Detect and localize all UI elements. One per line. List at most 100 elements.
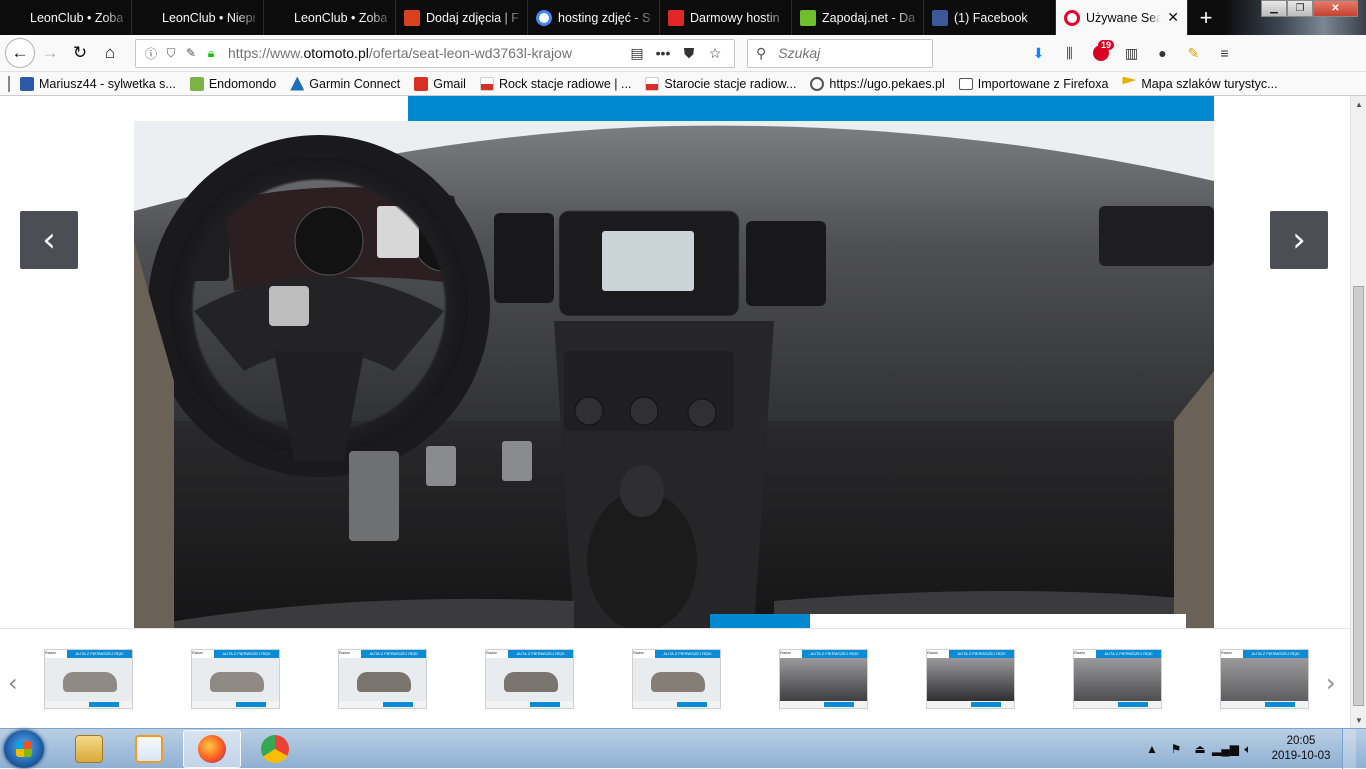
taskbar-firefox[interactable] <box>183 730 241 768</box>
usb-device-icon[interactable]: ⏏ <box>1188 742 1212 756</box>
taskbar-media-player[interactable] <box>120 730 178 768</box>
bookmark-star-icon[interactable]: ☆ <box>702 45 728 62</box>
tab-label: Darmowy hostin <box>690 10 780 25</box>
tab-hosting-zdjec[interactable]: hosting zdjęć - St <box>528 0 660 35</box>
thumbnail-car-image <box>1221 658 1308 703</box>
system-tray: ▲ ⚑ ⏏ ▂▄▆ 🔈︎ 20:05 2019-10-03 <box>1140 729 1356 769</box>
new-tab-button[interactable]: + <box>1188 0 1224 35</box>
bookmarks-separator <box>8 75 10 92</box>
scroll-down-icon[interactable]: ▼ <box>1351 712 1366 728</box>
page-actions-icon[interactable]: ••• <box>650 45 676 61</box>
tray-expand-icon[interactable]: ▲ <box>1140 742 1164 756</box>
close-window-button[interactable]: ✕ <box>1313 0 1358 17</box>
map-flag-icon <box>1122 76 1137 85</box>
thumbnail-dashboard[interactable]: Radar AUTA Z PIERWSZEJ RĘKI <box>779 649 868 709</box>
taskbar-explorer[interactable] <box>60 730 118 768</box>
shield-icon[interactable]: ⛉ <box>162 46 180 61</box>
taskbar-chrome[interactable] <box>246 730 304 768</box>
menu-icon[interactable]: ≡ <box>1209 39 1240 67</box>
thumbnail-front-exterior[interactable]: Radar AUTA Z PIERWSZEJ RĘKI <box>44 649 133 709</box>
bookmarks-toolbar: Mariusz44 - sylwetka s... Endomondo Garm… <box>0 72 1366 96</box>
url-bar[interactable]: ⓘ ⛉ ✎ 🔒︎ https://www.otomoto.pl/oferta/s… <box>135 38 735 68</box>
back-arrow-icon: ← <box>11 43 29 62</box>
gallery-next-button[interactable]: › <box>1270 211 1328 269</box>
bookmark-item[interactable]: https://ugo.pekaes.pl <box>810 76 945 91</box>
tab-dodaj-zdjecia[interactable]: Dodaj zdjęcia | Fr <box>396 0 528 35</box>
pocket-icon[interactable]: ⛊ <box>676 45 702 62</box>
thumbnail-rear-seats[interactable]: Radar AUTA Z PIERWSZEJ RĘKI <box>1073 649 1162 709</box>
adblock-badge: 19 <box>1097 40 1114 50</box>
thumbnail-instrument-cluster[interactable]: Radar AUTA Z PIERWSZEJ RĘKI <box>926 649 1015 709</box>
tab-facebook[interactable]: (1) Facebook <box>924 0 1056 35</box>
thumbnail-footer <box>192 701 279 708</box>
camera-favicon-icon <box>668 9 684 26</box>
permissions-icon[interactable]: ✎ <box>182 46 200 60</box>
reader-view-icon[interactable]: ▤ <box>624 45 650 62</box>
page-content: ‹ › ‹ Radar AUTA Z PIERWSZEJ RĘKI Radar AUT… <box>0 96 1350 728</box>
bookmark-label: Gmail <box>433 76 466 91</box>
close-tab-icon[interactable]: ✕ <box>1167 9 1179 26</box>
taskbar-clock[interactable]: 20:05 2019-10-03 <box>1266 734 1336 764</box>
lock-icon[interactable]: 🔒︎ <box>202 46 220 61</box>
bookmark-item[interactable]: Mapa szlaków turystyc... <box>1122 76 1278 91</box>
leonclub-favicon-icon <box>8 9 24 26</box>
page-scrollbar[interactable]: ▲ ▼ <box>1350 96 1366 728</box>
maximize-button[interactable]: ❐ <box>1287 0 1313 17</box>
thumbnail-side-exterior[interactable]: Radar AUTA Z PIERWSZEJ RĘKI <box>632 649 721 709</box>
scroll-thumb[interactable] <box>1353 286 1364 706</box>
reload-button[interactable]: ↻ <box>65 38 95 68</box>
search-icon: ⚲ <box>756 44 767 61</box>
downloads-icon[interactable]: ⬇ <box>1023 39 1054 67</box>
thumbnail-prev-icon[interactable]: ‹ <box>8 669 18 697</box>
thumbnail-next-icon[interactable]: › <box>1326 669 1336 697</box>
thumbnail-rear-exterior[interactable]: Radar AUTA Z PIERWSZEJ RĘKI <box>485 649 574 709</box>
library-icon[interactable]: ⫼ <box>1054 39 1085 67</box>
gallery-prev-button[interactable]: ‹ <box>20 211 78 269</box>
bookmark-item[interactable]: Garmin Connect <box>290 76 400 91</box>
bookmark-folder[interactable]: Importowane z Firefoxa <box>958 77 1108 91</box>
firefox-icon <box>198 735 226 763</box>
tab-leonclub-3[interactable]: LeonClub • Zobacz w <box>264 0 396 35</box>
show-desktop-button[interactable] <box>1342 729 1356 769</box>
scroll-up-icon[interactable]: ▲ <box>1351 96 1366 112</box>
tab-leonclub-2[interactable]: LeonClub • Nieprzec <box>132 0 264 35</box>
minimize-button[interactable]: ▁ <box>1261 0 1287 17</box>
tab-uzywane-seat[interactable]: Używane Seat ✕ <box>1056 0 1188 35</box>
bookmark-item[interactable]: Mariusz44 - sylwetka s... <box>20 76 176 91</box>
thumbnail-rear-exterior[interactable]: Radar AUTA Z PIERWSZEJ RĘKI <box>338 649 427 709</box>
thumbnail-front-exterior[interactable]: Radar AUTA Z PIERWSZEJ RĘKI <box>191 649 280 709</box>
tab-label: Używane Seat <box>1086 10 1167 25</box>
search-bar[interactable]: ⚲ Szukaj <box>747 38 933 68</box>
home-button[interactable]: ⌂ <box>95 38 125 68</box>
adblock-icon[interactable]: 19 <box>1085 39 1116 67</box>
thumbnail-footer <box>927 701 1014 708</box>
account-icon[interactable]: ● <box>1147 39 1178 67</box>
network-signal-icon[interactable]: ▂▄▆ <box>1212 742 1239 756</box>
url-path: /oferta/seat-leon-wd3763l-krajow <box>368 45 572 61</box>
tab-leonclub-1[interactable]: LeonClub • Zobacz w <box>0 0 132 35</box>
tab-label: LeonClub • Zobacz w <box>294 10 387 25</box>
toolbar-icons: ⬇ ⫼ 19 ▥ ● ✎ ≡ <box>1023 39 1240 67</box>
bookmark-item[interactable]: Rock stacje radiowe | ... <box>479 76 631 91</box>
back-button[interactable]: ← <box>5 38 35 68</box>
action-center-flag-icon[interactable]: ⚑ <box>1164 742 1188 756</box>
tab-darmowy-hosting[interactable]: Darmowy hostin <box>660 0 792 35</box>
poland-flag-icon <box>645 76 660 91</box>
start-button[interactable] <box>4 730 44 768</box>
main-photo[interactable] <box>134 121 1214 628</box>
thumbnail-header: Radar AUTA Z PIERWSZEJ RĘKI <box>780 650 867 658</box>
thumbnail-front-seats[interactable]: Radar AUTA Z PIERWSZEJ RĘKI <box>1220 649 1309 709</box>
tab-zapodaj[interactable]: Zapodaj.net - Da <box>792 0 924 35</box>
info-icon[interactable]: ⓘ <box>142 45 160 62</box>
url-text[interactable]: https://www.otomoto.pl/oferta/seat-leon-… <box>228 45 624 61</box>
sidebar-icon[interactable]: ▥ <box>1116 39 1147 67</box>
forward-button[interactable]: → <box>35 38 65 68</box>
thumbnail-footer <box>1074 701 1161 708</box>
volume-icon[interactable]: 🔈︎ <box>1236 742 1260 757</box>
bookmark-item[interactable]: Gmail <box>414 76 466 91</box>
extension-icon[interactable]: ✎ <box>1178 39 1209 67</box>
bookmark-item[interactable]: Endomondo <box>189 76 276 91</box>
thumbnail-header: Radar AUTA Z PIERWSZEJ RĘKI <box>927 650 1014 658</box>
thumbnail-car-image <box>651 672 705 692</box>
bookmark-item[interactable]: Starocie stacje radiow... <box>645 76 796 91</box>
